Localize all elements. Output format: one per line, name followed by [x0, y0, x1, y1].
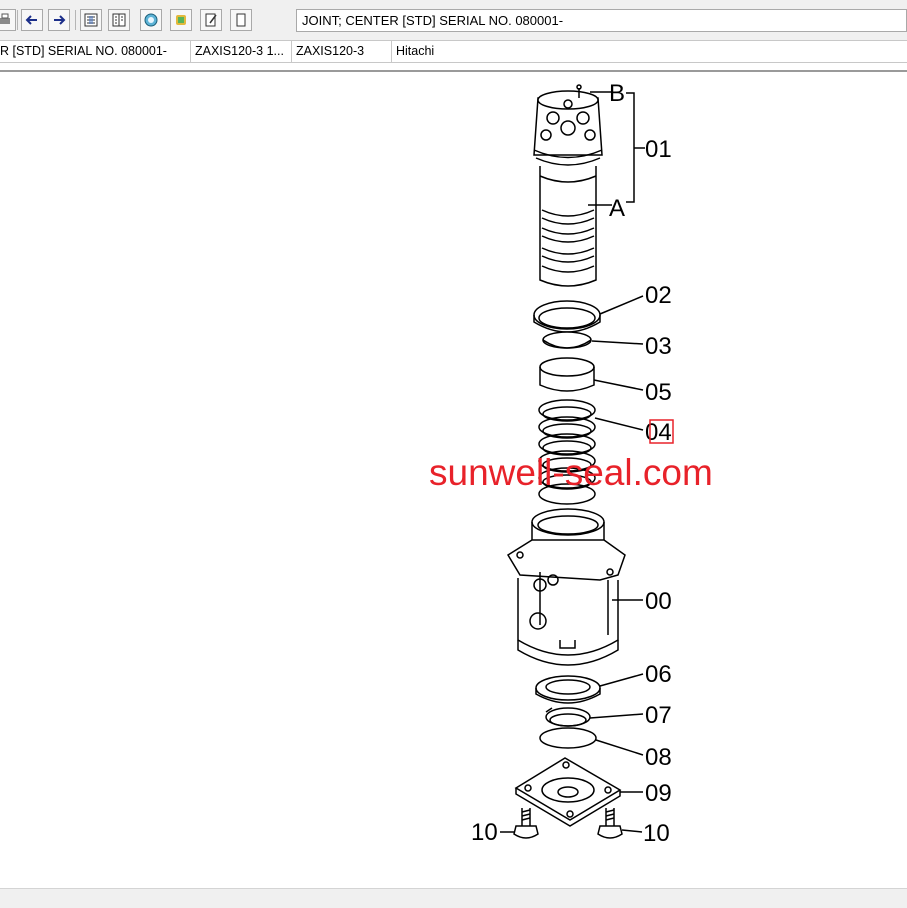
part-10-bolt-left[interactable]: [513, 808, 539, 839]
toolbar-separator: [17, 10, 18, 30]
parts-list-icon: [84, 13, 98, 27]
part-title-field: JOINT; CENTER [STD] SERIAL NO. 080001-: [296, 9, 907, 32]
info-cell-model-detail: ZAXIS120-3 1...: [191, 41, 292, 62]
bookmark-icon: [176, 15, 186, 25]
toolbar-separator: [75, 10, 76, 30]
notes-button[interactable]: [200, 9, 222, 31]
parts-list-button[interactable]: [80, 9, 102, 31]
part-02-seal[interactable]: [533, 300, 601, 333]
toolbar: JOINT; CENTER [STD] SERIAL NO. 080001-: [0, 0, 907, 40]
info-cell-model: ZAXIS120-3: [292, 41, 392, 62]
bookmark-button[interactable]: [170, 9, 192, 31]
callout-a: A: [609, 195, 625, 222]
callout-10-right[interactable]: 10: [643, 820, 670, 847]
info-cell-serial: R [STD] SERIAL NO. 080001-: [0, 41, 191, 62]
part-08-o-ring[interactable]: [539, 727, 597, 749]
status-bar: [0, 888, 907, 908]
part-03-ring[interactable]: [542, 331, 592, 349]
callout-10-left[interactable]: 10: [471, 819, 498, 846]
illustration-icon: [112, 13, 126, 27]
callout-08[interactable]: 08: [645, 744, 672, 771]
part-10-bolt-right[interactable]: [597, 808, 623, 839]
part-09-cover[interactable]: [514, 757, 622, 827]
callout-b: B: [609, 80, 625, 107]
forward-button[interactable]: [48, 9, 70, 31]
part-00-body[interactable]: [506, 508, 626, 666]
zoom-button[interactable]: [140, 9, 162, 31]
callout-00[interactable]: 00: [645, 588, 672, 615]
info-cell-maker: Hitachi: [396, 44, 435, 58]
callout-05[interactable]: 05: [645, 379, 672, 406]
print-button[interactable]: [0, 9, 16, 31]
part-06-washer[interactable]: [535, 675, 601, 704]
part-01-spindle[interactable]: [533, 84, 603, 287]
forward-arrow-icon: [54, 15, 66, 25]
callout-09[interactable]: 09: [645, 780, 672, 807]
callout-06[interactable]: 06: [645, 661, 672, 688]
watermark-text: sunwell-seal.com: [429, 452, 713, 493]
info-bar: R [STD] SERIAL NO. 080001- ZAXIS120-3 1.…: [0, 40, 907, 63]
callout-04[interactable]: 04: [645, 419, 672, 446]
zoom-magnifier-icon: [144, 13, 158, 27]
illustration-button[interactable]: [108, 9, 130, 31]
notes-icon: [205, 13, 217, 27]
back-arrow-icon: [25, 15, 37, 25]
callout-02[interactable]: 02: [645, 282, 672, 309]
print-icon: [0, 13, 10, 24]
callout-07[interactable]: 07: [645, 702, 672, 729]
part-07-snap-ring[interactable]: [545, 707, 591, 727]
back-button[interactable]: [21, 9, 43, 31]
page-icon: [236, 13, 246, 27]
page-button[interactable]: [230, 9, 252, 31]
part-05-sleeve[interactable]: [539, 357, 595, 392]
callout-01[interactable]: 01: [645, 136, 672, 163]
callout-03[interactable]: 03: [645, 333, 672, 360]
